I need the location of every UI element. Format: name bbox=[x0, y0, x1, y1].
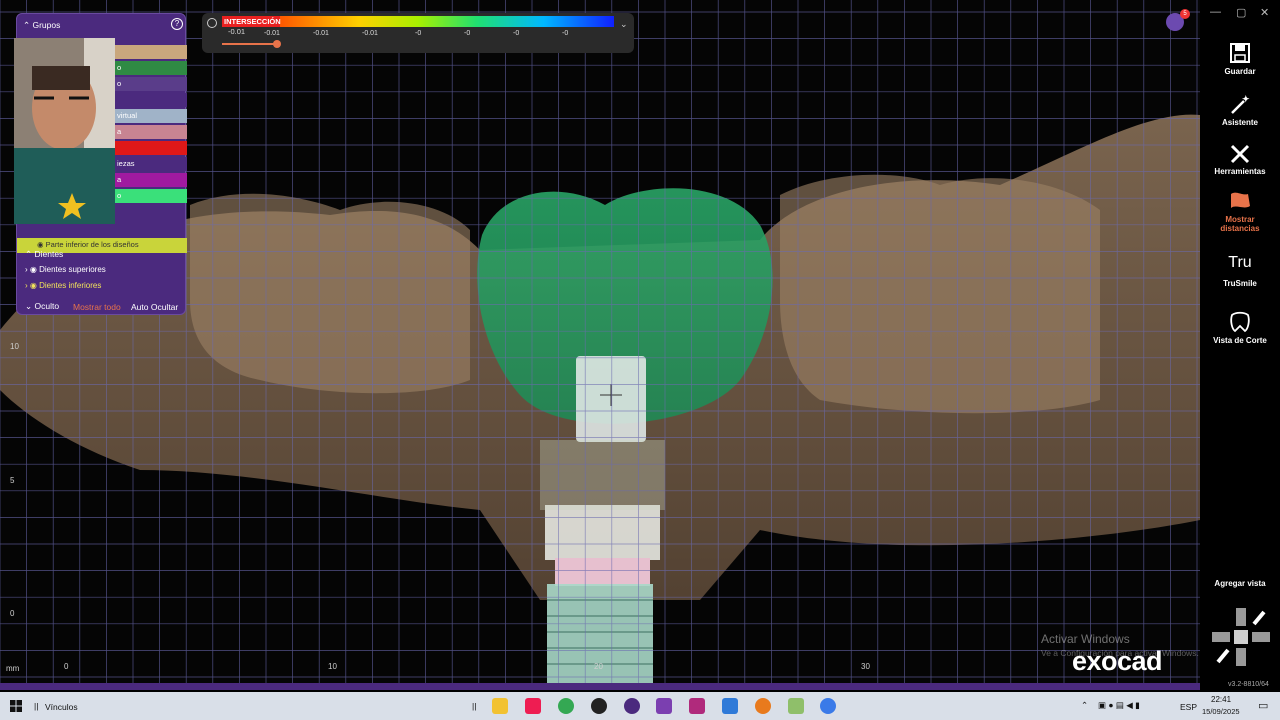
group-row-label: a bbox=[117, 175, 122, 184]
ruler-v-5: 5 bbox=[10, 476, 15, 485]
left-teeth bbox=[190, 193, 470, 394]
slider-value: -0.01 bbox=[228, 27, 246, 36]
groups-title: Grupos bbox=[32, 20, 61, 30]
language-indicator[interactable]: ESP bbox=[1180, 702, 1197, 712]
ruler-h-0: 0 bbox=[64, 662, 69, 671]
tools-button[interactable]: Herramientas bbox=[1200, 142, 1280, 176]
right-teeth bbox=[780, 174, 1100, 414]
notification-count: 5 bbox=[1180, 9, 1190, 19]
save-button[interactable]: Guardar bbox=[1200, 42, 1280, 76]
exocad-app-icon[interactable] bbox=[656, 698, 672, 714]
slider-track[interactable] bbox=[222, 43, 278, 45]
app-icon-purple[interactable] bbox=[624, 698, 640, 714]
tick-5: -0 bbox=[464, 30, 471, 37]
ruler-h-20: 20 bbox=[594, 662, 603, 671]
section-teeth[interactable]: ⌃ Dientes bbox=[25, 249, 63, 260]
group-row-label: o bbox=[117, 63, 122, 72]
wizard-button[interactable]: ✦ Asistente bbox=[1200, 93, 1280, 127]
clock-date[interactable]: 15/09/2025 bbox=[1202, 707, 1240, 716]
exocad-logo: exocad bbox=[1072, 646, 1163, 676]
view-cube-icon[interactable] bbox=[1208, 604, 1274, 670]
groups-header[interactable]: ⌃ Grupos bbox=[23, 20, 60, 31]
windows-taskbar: || Vínculos || ⌃ ▣ ● ▤ ◀ ▮ ESP 22:41 15/… bbox=[0, 692, 1280, 720]
tick-2: -0.01 bbox=[313, 30, 329, 37]
group-row-label: a bbox=[117, 127, 122, 136]
map-pin-icon[interactable] bbox=[820, 698, 836, 714]
webcam-svg bbox=[14, 38, 115, 224]
windows-start-icon[interactable] bbox=[10, 700, 22, 712]
hidden-section[interactable]: ⌄ Oculto bbox=[25, 301, 59, 312]
group-row-label: iezas bbox=[117, 159, 135, 168]
tools-icon bbox=[1230, 144, 1250, 164]
ruler-h-30: 30 bbox=[861, 662, 870, 671]
save-icon bbox=[1230, 43, 1250, 63]
webcam-overlay bbox=[14, 38, 115, 224]
notification-center-icon[interactable]: ▭ bbox=[1258, 699, 1268, 712]
tray-chevron-icon[interactable]: ⌃ bbox=[1081, 700, 1088, 711]
taskbar-separator-2: || bbox=[472, 701, 477, 711]
auto-hide-button[interactable]: Auto Ocultar bbox=[131, 302, 178, 312]
close-icon[interactable]: ✕ bbox=[1260, 6, 1269, 19]
clock-time[interactable]: 22:41 bbox=[1211, 695, 1231, 704]
minimize-icon[interactable]: — bbox=[1210, 6, 1221, 18]
distance-icon bbox=[1231, 192, 1250, 208]
version-label: v3.2-8810/64 bbox=[1228, 681, 1269, 688]
show-distances-button[interactable]: Mostrar distancias bbox=[1200, 190, 1280, 233]
show-all-button[interactable]: Mostrar todo bbox=[73, 302, 121, 312]
chrome-icon[interactable] bbox=[558, 698, 574, 714]
intersection-label: INTERSECCIÓN bbox=[222, 16, 281, 27]
restore-icon[interactable]: ▢ bbox=[1236, 6, 1246, 19]
trusmile-button[interactable]: Tru TruSmile bbox=[1200, 254, 1280, 288]
ruler-h-10: 10 bbox=[328, 662, 337, 671]
gauge-icon[interactable] bbox=[207, 18, 217, 28]
chevron-down-icon[interactable]: ⌄ bbox=[620, 19, 628, 30]
color-gradient-scale bbox=[222, 16, 614, 27]
taskbar-separator: || bbox=[34, 701, 39, 711]
tooth-icon bbox=[1230, 311, 1250, 333]
group-row-label: o bbox=[117, 79, 122, 88]
app-icon-blue[interactable] bbox=[722, 698, 738, 714]
tick-6: -0 bbox=[513, 30, 520, 37]
file-explorer-icon[interactable] bbox=[492, 698, 508, 714]
trusmile-icon: Tru bbox=[1228, 254, 1252, 271]
group-row-label: virtual bbox=[117, 111, 138, 120]
add-view-button[interactable]: Agregar vista bbox=[1200, 579, 1280, 588]
abutment-pink bbox=[555, 558, 650, 586]
slider-handle[interactable] bbox=[273, 40, 281, 48]
tiktok-icon[interactable] bbox=[525, 698, 541, 714]
section-view-button[interactable]: Vista de Corte bbox=[1200, 311, 1280, 345]
tick-3: -0.01 bbox=[362, 30, 378, 37]
eye-icon[interactable]: ◉ bbox=[37, 240, 44, 249]
3d-viewport[interactable]: mm 10 5 0 0 10 20 30 ⌃ Grupos ? o o virtua… bbox=[0, 0, 1200, 690]
activate-windows-title: Activar Windows bbox=[1041, 632, 1130, 646]
app-icon-green[interactable] bbox=[788, 698, 804, 714]
status-strip bbox=[0, 683, 1200, 690]
right-toolbar: — ▢ ✕ Guardar ✦ Asistente Herramientas M… bbox=[1200, 0, 1280, 690]
group-row-label: o bbox=[117, 191, 122, 200]
exocad-cad-icon[interactable] bbox=[689, 698, 705, 714]
abutment bbox=[545, 505, 660, 560]
tray-icons[interactable]: ▣ ● ▤ ◀ ▮ bbox=[1098, 700, 1140, 711]
ruler-unit: mm bbox=[6, 664, 20, 673]
tick-1: -0.01 bbox=[264, 30, 280, 37]
ruler-v-10: 10 bbox=[10, 342, 19, 351]
upper-teeth-item[interactable]: › ◉ Dientes superiores bbox=[25, 265, 106, 274]
svg-text:✦: ✦ bbox=[1242, 94, 1250, 104]
links-toolbar[interactable]: Vínculos bbox=[45, 702, 78, 712]
tick-4: -0 bbox=[415, 30, 422, 37]
obs-icon[interactable] bbox=[591, 698, 607, 714]
lower-teeth-item[interactable]: › ◉ Dientes inferiores bbox=[25, 281, 101, 290]
ruler-v-0: 0 bbox=[10, 609, 15, 618]
intersection-bar: INTERSECCIÓN -0.01 -0.01 -0.01 -0.01 -0 … bbox=[202, 13, 634, 53]
tick-7: -0 bbox=[562, 30, 569, 37]
help-icon[interactable]: ? bbox=[171, 18, 183, 30]
blender-icon[interactable] bbox=[755, 698, 771, 714]
magic-wand-icon: ✦ bbox=[1231, 94, 1250, 114]
